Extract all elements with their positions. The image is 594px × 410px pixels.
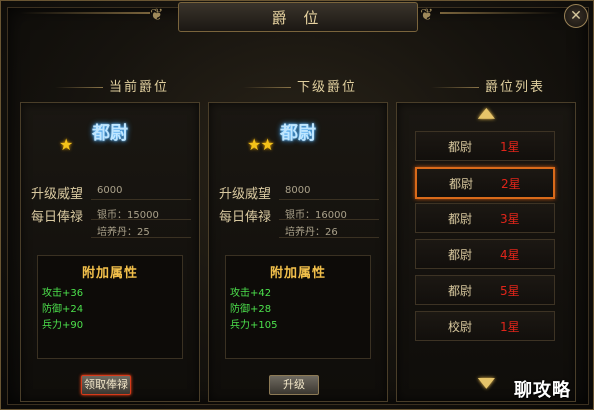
title-ornament-left-icon: ❦ [150, 5, 164, 24]
bonus-attack: 攻击+42 [230, 288, 272, 299]
daily-salary-label: 每日俸禄 [219, 210, 272, 225]
salary-pill-value: 培养丹：26 [285, 227, 338, 238]
row-divider [279, 199, 379, 200]
row-divider [91, 237, 191, 238]
rank-list-item[interactable]: 校尉 1星 [415, 311, 555, 341]
next-rank-panel: 都尉 ★★ 升级威望 8000 每日俸禄 银币：16000 培养丹：26 附加属… [208, 102, 388, 402]
claim-salary-button[interactable]: 领取俸禄 [81, 375, 131, 395]
salary-pill-value: 培养丹：25 [97, 227, 150, 238]
bonus-defense: 防御+28 [230, 304, 272, 315]
rank-list-panel: ▲ 都尉 1星 都尉 2星 都尉 3星 都尉 4星 都尉 5星 校尉 1星 ▼ [396, 102, 576, 402]
upgrade-prestige-value: 8000 [285, 185, 311, 196]
current-rank-name: 都尉 [92, 123, 128, 144]
bonus-title: 附加属性 [269, 266, 326, 281]
scroll-down-arrow-icon[interactable]: ▼ [478, 375, 495, 391]
watermark-logo: 聊攻略 [514, 380, 571, 401]
bonus-attributes-box: 附加属性 攻击+36 防御+24 兵力+90 [37, 255, 183, 359]
section-heading-list: 爵位列表 [396, 76, 574, 103]
rank-list-item[interactable]: 都尉 3星 [415, 203, 555, 233]
title-bar: 爵 位 [178, 2, 418, 32]
row-divider [91, 219, 191, 220]
title-ornament-right-icon: ❦ [420, 5, 434, 24]
bonus-attack: 攻击+36 [42, 288, 84, 299]
upgrade-button[interactable]: 升级 [269, 375, 319, 395]
upgrade-prestige-label: 升级威望 [31, 187, 84, 202]
row-divider [91, 199, 191, 200]
next-rank-name: 都尉 [280, 123, 316, 144]
title-ornament-line-right [440, 12, 560, 14]
section-heading-current: 当前爵位 [20, 76, 198, 103]
rank-list-item-selected[interactable]: 都尉 2星 [415, 167, 555, 199]
current-rank-panel: 都尉 ★ 升级威望 6000 每日俸禄 银币：15000 培养丹：25 附加属性… [20, 102, 200, 402]
bonus-defense: 防御+24 [42, 304, 84, 315]
daily-salary-label: 每日俸禄 [31, 210, 84, 225]
bonus-troops: 兵力+105 [230, 320, 278, 331]
heading-divider [242, 87, 291, 88]
close-icon: ✕ [570, 8, 582, 24]
heading-divider [54, 87, 103, 88]
bonus-attributes-box: 附加属性 攻击+42 防御+28 兵力+105 [225, 255, 371, 359]
bonus-troops: 兵力+90 [42, 320, 84, 331]
upgrade-prestige-label: 升级威望 [219, 187, 272, 202]
section-heading-next: 下级爵位 [208, 76, 386, 103]
rank-list-item[interactable]: 都尉 4星 [415, 239, 555, 269]
next-rank-stars: ★★ [247, 135, 275, 154]
current-rank-stars: ★ [59, 135, 73, 154]
scroll-up-arrow-icon[interactable]: ▲ [478, 105, 495, 121]
rank-list-item[interactable]: 都尉 5星 [415, 275, 555, 305]
upgrade-prestige-value: 6000 [97, 185, 123, 196]
window-title: 爵 位 [271, 8, 325, 27]
row-divider [279, 219, 379, 220]
heading-divider [430, 87, 479, 88]
row-divider [279, 237, 379, 238]
rank-list-item[interactable]: 都尉 1星 [415, 131, 555, 161]
close-button[interactable]: ✕ [564, 4, 588, 28]
bonus-title: 附加属性 [81, 266, 138, 281]
title-ornament-line-left [20, 12, 150, 14]
